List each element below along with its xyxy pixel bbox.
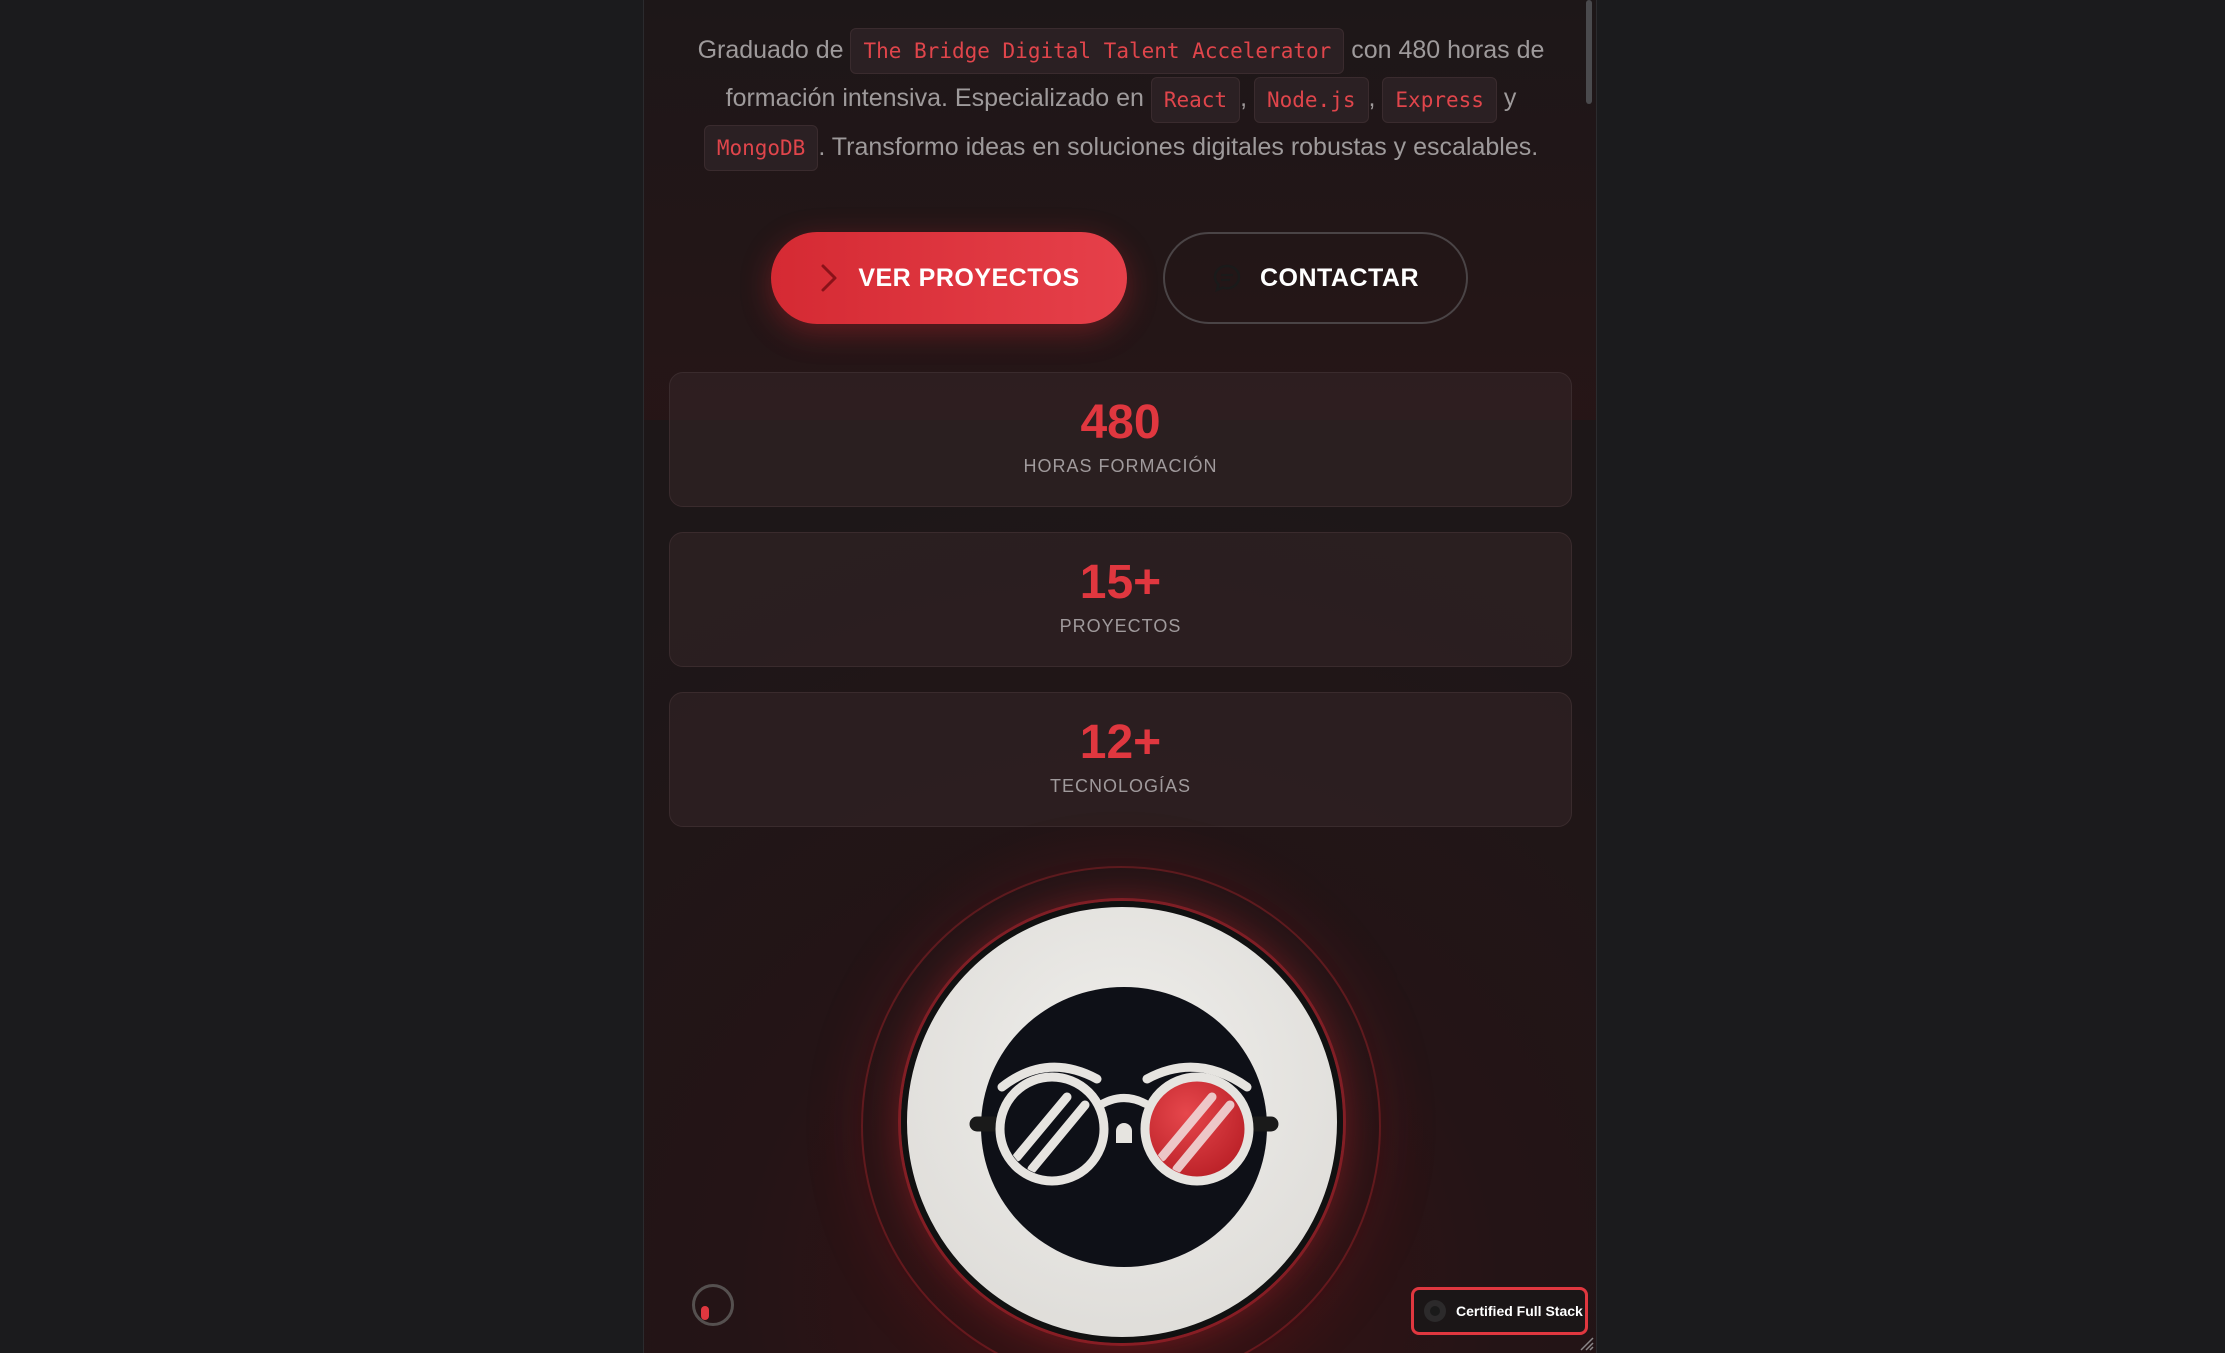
avatar bbox=[901, 901, 1343, 1343]
intro-text-3: y bbox=[1496, 84, 1517, 113]
stat-label: PROYECTOS bbox=[1059, 616, 1182, 636]
stat-label: HORAS FORMACIÓN bbox=[1023, 456, 1218, 476]
chip-express: Express bbox=[1382, 76, 1497, 123]
intro-sep-1: , bbox=[1240, 84, 1254, 113]
view-projects-label: VER PROYECTOS bbox=[858, 263, 1080, 292]
scrollbar[interactable] bbox=[1586, 0, 1592, 104]
stat-value: 15+ bbox=[1079, 556, 1162, 609]
intro-sep-2: , bbox=[1368, 84, 1383, 113]
stat-card-projects: 15+ PROYECTOS bbox=[669, 532, 1572, 667]
contact-label: CONTACTAR bbox=[1259, 263, 1420, 292]
stat-label: TECNOLOGÍAS bbox=[1049, 776, 1192, 796]
intro-paragraph: Graduado de The Bridge Digital Talent Ac… bbox=[674, 26, 1568, 172]
certified-badge: Certified Full Stack bbox=[1411, 1287, 1588, 1335]
contact-button[interactable]: CONTACTAR bbox=[1163, 232, 1468, 324]
scroll-indicator-thumb bbox=[701, 1306, 709, 1320]
resize-handle-icon[interactable] bbox=[1578, 1335, 1594, 1351]
badge-label: Certified Full Stack bbox=[1456, 1303, 1583, 1319]
portfolio-viewport: Graduado de The Bridge Digital Talent Ac… bbox=[643, 0, 1597, 1353]
intro-text-4: . Transformo ideas en soluciones digital… bbox=[818, 132, 1539, 161]
glasses-logo-icon bbox=[969, 987, 1279, 1267]
chip-react: React bbox=[1150, 76, 1241, 123]
stat-value: 480 bbox=[1080, 396, 1161, 449]
chip-mongodb: MongoDB bbox=[703, 125, 819, 172]
stat-card-hours: 480 HORAS FORMACIÓN bbox=[669, 372, 1572, 507]
view-projects-button[interactable]: VER PROYECTOS bbox=[771, 232, 1127, 324]
chip-nodejs: Node.js bbox=[1253, 76, 1369, 123]
badge-dot-icon bbox=[1424, 1300, 1446, 1322]
stat-value: 12+ bbox=[1079, 716, 1162, 769]
chat-icon bbox=[1212, 263, 1242, 293]
intro-text-1: Graduado de bbox=[697, 36, 851, 64]
scroll-indicator[interactable] bbox=[692, 1284, 734, 1326]
chevron-right-icon bbox=[818, 263, 840, 293]
stat-card-technologies: 12+ TECNOLOGÍAS bbox=[669, 692, 1572, 827]
chip-bootcamp: The Bridge Digital Talent Accelerator bbox=[850, 28, 1345, 75]
